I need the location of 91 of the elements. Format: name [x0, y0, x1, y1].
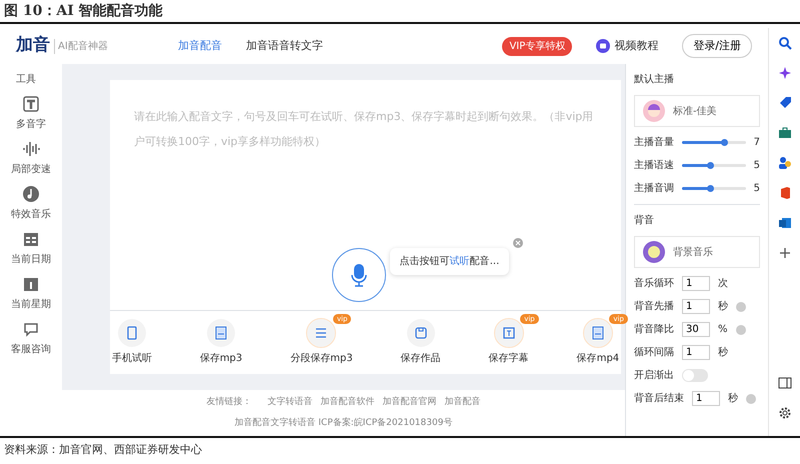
sidebar-heading: 工具 [15, 73, 36, 87]
unit-label: 秒 [718, 300, 728, 314]
number-field[interactable]: 1 [682, 276, 710, 291]
action-label[interactable]: 手机试听 [112, 351, 152, 366]
setting-label: 循环间隔 [634, 346, 674, 360]
text-input[interactable]: 请在此输入配音文字，句号及回车可在试听、保存mp3、保存字幕时起到断句效果。（非vip用户可转换100字，vip享多样功能特权） [110, 80, 621, 248]
waveform-icon [22, 140, 40, 158]
action-label[interactable]: 保存mp3 [200, 351, 242, 366]
plus-icon[interactable] [778, 246, 792, 260]
calendar-icon [22, 230, 40, 248]
sidebar-panel-icon[interactable] [778, 376, 792, 390]
file-icon [213, 325, 230, 341]
voice-card[interactable]: 标准-佳美 [634, 95, 760, 127]
slider-value: 7 [754, 136, 760, 150]
action-icon-button[interactable] [118, 319, 146, 347]
sparkle-icon[interactable] [778, 66, 792, 80]
section-heading: 默认主播 [634, 72, 675, 87]
briefcase-icon[interactable] [778, 126, 792, 140]
floppy-icon [412, 325, 429, 341]
setting-label: 背音降比 [634, 322, 674, 337]
action-icon-button[interactable] [307, 319, 336, 347]
text-icon [500, 325, 517, 341]
slider-label: 主播音量 [634, 136, 674, 150]
sidebar-item[interactable]: 客服咨询 [11, 342, 51, 357]
close-icon[interactable] [513, 238, 524, 248]
slider-thumb[interactable] [707, 162, 714, 169]
sidebar-item[interactable]: 多音字 [16, 117, 46, 132]
tag-icon[interactable] [778, 96, 792, 110]
music-note-icon [22, 185, 40, 203]
footer-link[interactable]: 加音配音 [444, 396, 480, 409]
settings-icon[interactable] [778, 406, 792, 420]
footer-link[interactable]: 加音配音软件 [320, 396, 374, 409]
action-label[interactable]: 保存作品 [400, 351, 441, 366]
calendar-icon [22, 275, 40, 293]
search-icon[interactable] [778, 36, 792, 50]
number-field[interactable]: 1 [692, 391, 720, 406]
sidebar-item[interactable]: 局部变速 [11, 162, 51, 177]
action-icon-button[interactable] [406, 319, 435, 347]
vip-badge[interactable]: VIP专享特权 [502, 36, 572, 56]
nav-tab[interactable]: 加音配音 [178, 38, 222, 54]
login-button[interactable]: 登录/注册 [682, 34, 752, 58]
sidebar-item[interactable]: 当前星期 [11, 297, 51, 312]
section-heading: 背音 [634, 214, 655, 228]
nav-tab[interactable]: 加音语音转文字 [246, 38, 323, 54]
sidebar-item[interactable]: 当前日期 [11, 252, 51, 267]
slider-value: 5 [754, 182, 760, 196]
slider-label: 主播语速 [634, 158, 674, 173]
setting-label: 背音后结束 [634, 392, 684, 406]
slider-thumb[interactable] [707, 185, 714, 192]
action-label[interactable]: 保存字幕 [488, 351, 529, 366]
sidebar-item[interactable]: 特效音乐 [11, 207, 51, 222]
action-icon-button[interactable] [207, 319, 236, 347]
footer-link[interactable]: 文字转语音 [268, 396, 312, 409]
file-icon [590, 325, 606, 341]
avatar-icon [643, 100, 665, 122]
toggle-switch[interactable] [682, 369, 708, 382]
number-field[interactable]: 1 [682, 345, 710, 360]
links-label: 友情链接： [206, 396, 252, 408]
unit-label: 秒 [718, 346, 728, 360]
video-icon [596, 39, 610, 53]
unit-label: 秒 [728, 392, 738, 406]
setting-label: 开启渐出 [634, 368, 674, 383]
action-label[interactable]: 保存mp4 [576, 351, 620, 366]
logo-text: 加音 [16, 34, 50, 58]
hint-tooltip: 点击按钮可试听配音... [390, 248, 510, 275]
microphone-icon [350, 263, 367, 287]
music-card[interactable]: 背景音乐 [634, 236, 760, 268]
action-label[interactable]: 分段保存mp3 [290, 351, 353, 366]
figure-title: 图 10：AI 智能配音功能 [3, 2, 164, 21]
footer-link[interactable]: 加音配音官网 [382, 396, 436, 409]
slider-track[interactable] [682, 187, 746, 190]
action-icon-button[interactable] [584, 319, 612, 347]
icp-text: 加音配音文字转语音 ICP备案:皖ICP备2021018309号 [234, 417, 452, 430]
slider-track[interactable] [682, 141, 746, 144]
people-icon[interactable] [778, 156, 792, 170]
unit-label: 次 [718, 277, 728, 291]
action-icon-button[interactable] [494, 319, 523, 347]
slider-track[interactable] [682, 164, 746, 167]
slider-thumb[interactable] [721, 139, 728, 146]
setting-label: 音乐循环 [634, 276, 674, 291]
disc-icon [643, 241, 665, 263]
slider-label: 主播音调 [634, 182, 674, 196]
number-field[interactable]: 1 [682, 299, 710, 314]
source-note: 资料来源：加音官网、西部证券研发中心 [3, 442, 203, 458]
text-icon [22, 95, 40, 113]
tutorial-link[interactable]: 视频教程 [614, 38, 658, 54]
number-field[interactable]: 30 [682, 322, 710, 337]
logo-tagline: AI配音神器 [54, 38, 108, 54]
setting-label: 背音先播 [634, 300, 674, 314]
slider-value: 5 [754, 159, 760, 173]
unit-label: % [718, 323, 728, 337]
